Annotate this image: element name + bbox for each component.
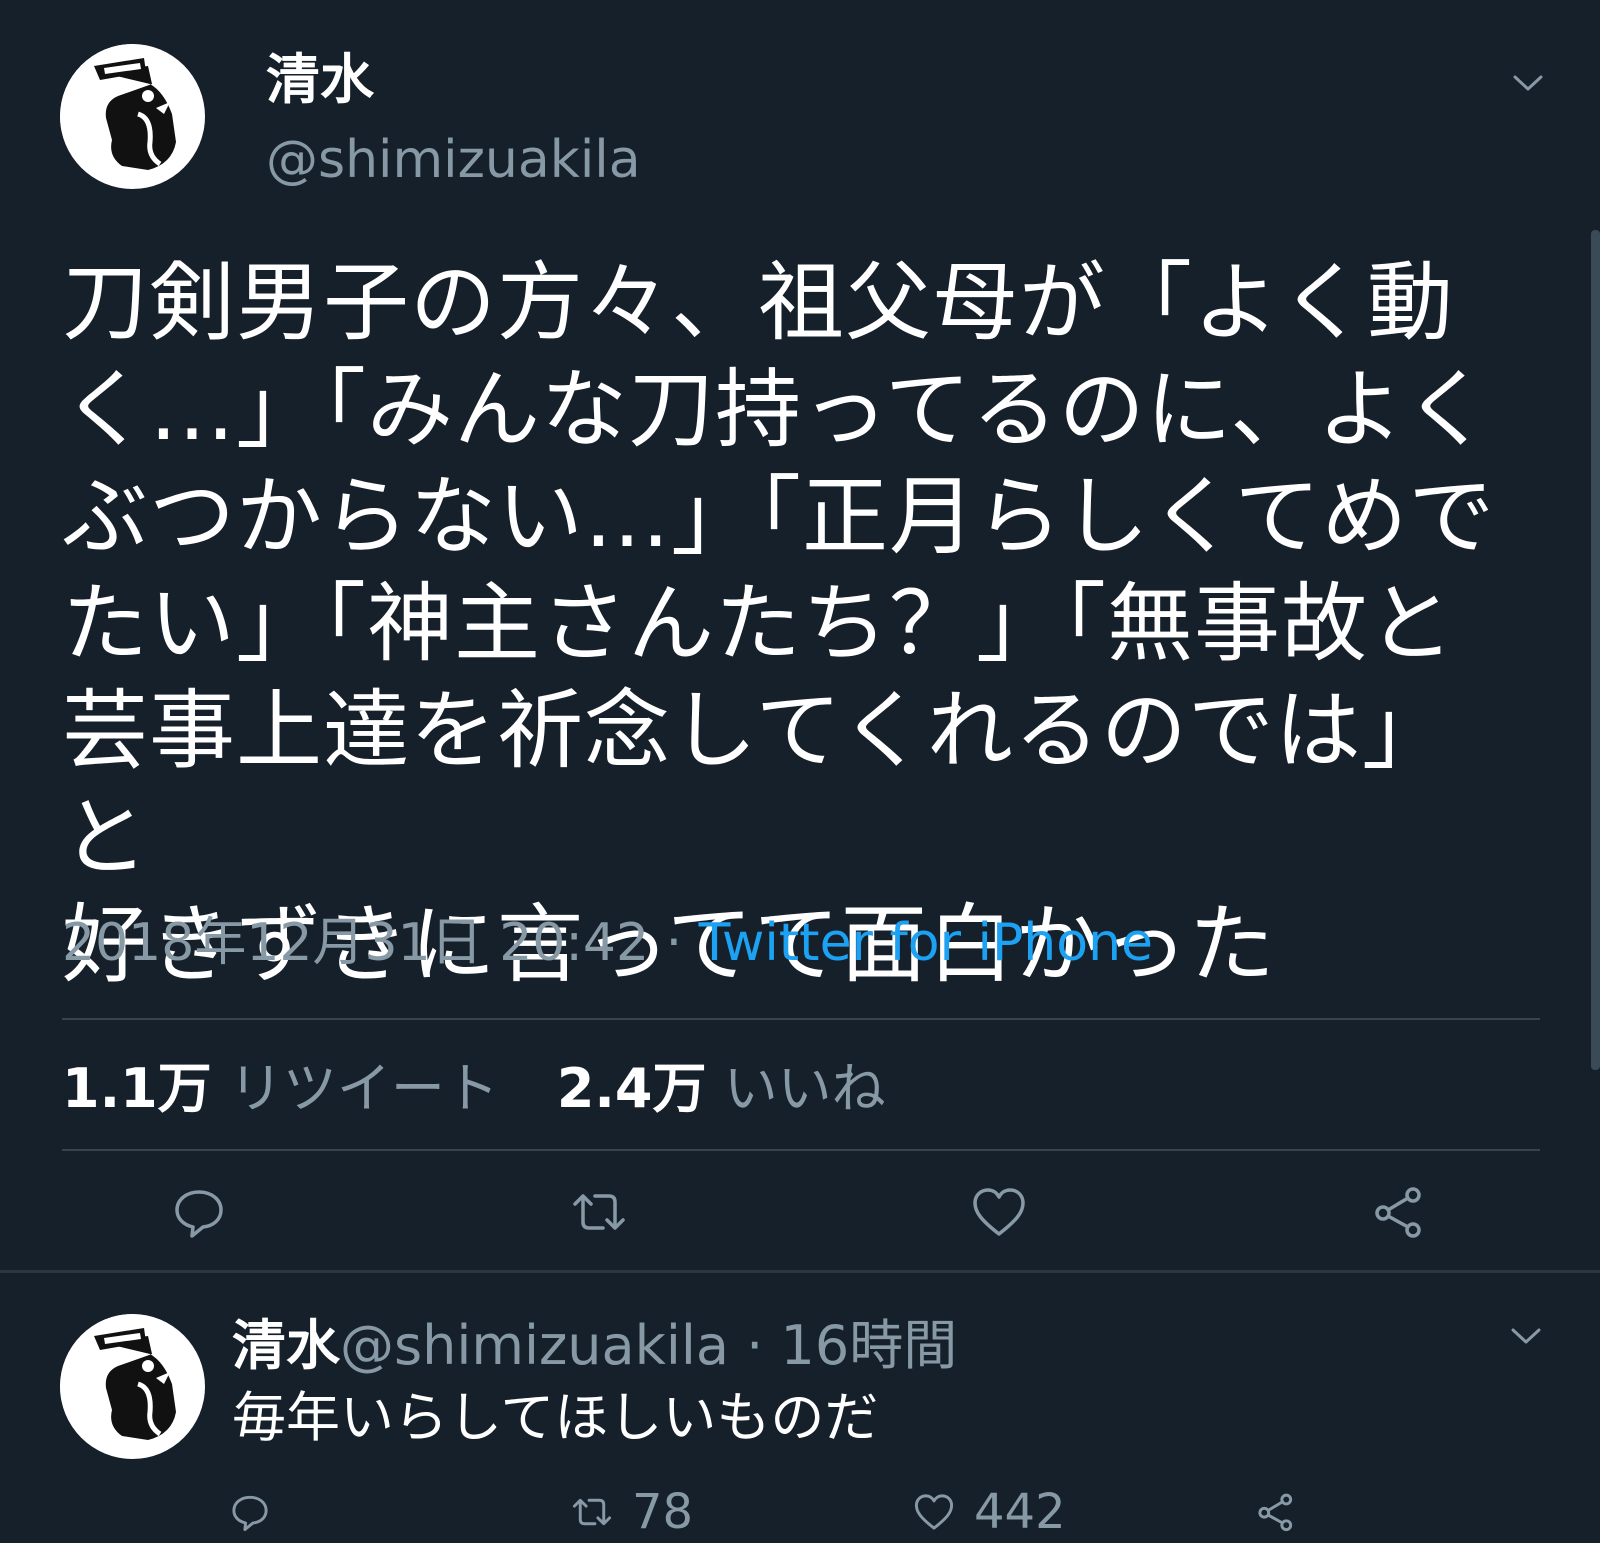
- reply-display-name[interactable]: 清水: [232, 1314, 340, 1377]
- reply-like-count: 442: [974, 1484, 1066, 1540]
- chevron-down-icon[interactable]: [1509, 1325, 1543, 1347]
- reply-icon: [228, 1490, 272, 1534]
- reply-text: 毎年いらしてほしいものだ: [232, 1386, 879, 1449]
- divider: [62, 1149, 1540, 1151]
- share-icon[interactable]: [1369, 1182, 1429, 1242]
- reply-handle[interactable]: @shimizuakila: [340, 1314, 729, 1377]
- reply-time[interactable]: 16時間: [781, 1314, 958, 1377]
- tweet-timestamp[interactable]: 2018年12月31日 20:42: [62, 913, 649, 973]
- tweet-text: 刀剣男子の方々、祖父母が「よく動 く…」「みんな刀持ってるのに、よく ぶつからな…: [62, 253, 1496, 995]
- penguin-avatar-icon[interactable]: [60, 1314, 205, 1459]
- scrollbar[interactable]: [1591, 230, 1600, 1070]
- like-action[interactable]: 442: [912, 1484, 1066, 1540]
- display-name[interactable]: 清水: [266, 44, 374, 116]
- tweet-meta: 2018年12月31日 20:42 · Twitter for iPhone: [62, 908, 1153, 978]
- retweet-icon: [570, 1490, 614, 1534]
- chevron-down-icon[interactable]: [1511, 72, 1545, 94]
- divider: [62, 1018, 1540, 1020]
- retweets-label[interactable]: リツイート: [229, 1057, 499, 1120]
- reply-retweet-count: 78: [632, 1484, 694, 1540]
- heart-icon: [912, 1490, 956, 1534]
- retweets-count[interactable]: 1.1万: [62, 1057, 212, 1120]
- retweet-icon[interactable]: [569, 1182, 629, 1242]
- penguin-avatar-icon[interactable]: [60, 44, 205, 189]
- user-handle[interactable]: @shimizuakila: [266, 124, 641, 196]
- reply-action[interactable]: [228, 1484, 272, 1540]
- tweet-detail-screen: 清水 @shimizuakila 刀剣男子の方々、祖父母が「よく動 く…」「みん…: [0, 0, 1600, 1543]
- reply-icon[interactable]: [169, 1182, 229, 1242]
- likes-count[interactable]: 2.4万: [557, 1057, 707, 1120]
- share-icon: [1254, 1490, 1298, 1534]
- share-action[interactable]: [1254, 1484, 1298, 1540]
- likes-label[interactable]: いいね: [724, 1057, 886, 1120]
- tweet-stats: 1.1万 リツイート 2.4万 いいね: [62, 1054, 886, 1124]
- retweet-action[interactable]: 78: [570, 1484, 693, 1540]
- heart-icon[interactable]: [969, 1182, 1029, 1242]
- reply-header: 清水@shimizuakila · 16時間: [232, 1310, 957, 1382]
- tweet-source-link[interactable]: Twitter for iPhone: [699, 913, 1153, 973]
- reply-separator: ·: [729, 1314, 781, 1377]
- section-divider: [0, 1270, 1600, 1273]
- meta-separator: ·: [649, 913, 699, 973]
